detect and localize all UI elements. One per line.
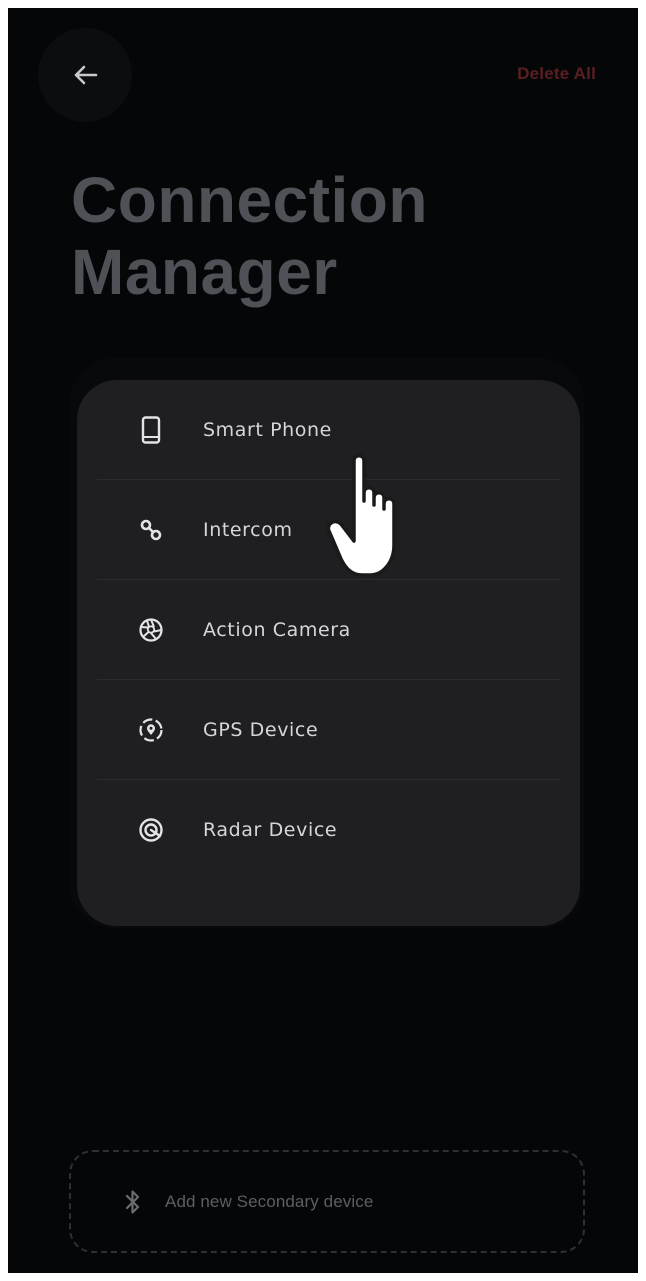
intercom-icon — [137, 516, 165, 544]
connection-manager-screen: Delete All Connection Manager Smart Phon… — [8, 8, 638, 1273]
device-item-label: GPS Device — [203, 718, 319, 741]
smartphone-icon — [137, 415, 165, 444]
device-item-label: Radar Device — [203, 818, 338, 841]
device-item-label: Action Camera — [203, 618, 351, 641]
bluetooth-icon — [123, 1188, 143, 1216]
arrow-left-icon — [74, 65, 98, 85]
radar-icon — [137, 816, 165, 844]
device-item-radar-device[interactable]: Radar Device — [97, 780, 560, 879]
camera-shutter-icon — [137, 616, 165, 644]
add-secondary-device-label: Add new Secondary device — [165, 1191, 374, 1211]
page-title-line-2: Manager — [71, 236, 338, 308]
device-item-label: Intercom — [203, 518, 293, 541]
page-title: Connection Manager — [71, 164, 428, 308]
device-item-action-camera[interactable]: Action Camera — [97, 580, 560, 680]
device-item-intercom[interactable]: Intercom — [97, 480, 560, 580]
gps-location-icon — [137, 716, 165, 744]
device-item-smart-phone[interactable]: Smart Phone — [97, 380, 560, 480]
back-button[interactable] — [38, 28, 132, 122]
page-title-line-1: Connection — [71, 164, 428, 236]
add-secondary-device-button[interactable]: Add new Secondary device — [69, 1150, 585, 1253]
delete-all-button[interactable]: Delete All — [517, 64, 596, 84]
device-item-gps-device[interactable]: GPS Device — [97, 680, 560, 780]
device-type-list: Smart Phone Intercom Action Camera GPS D… — [97, 380, 560, 879]
device-item-label: Smart Phone — [203, 418, 332, 441]
device-type-menu: Smart Phone Intercom Action Camera GPS D… — [77, 380, 580, 926]
